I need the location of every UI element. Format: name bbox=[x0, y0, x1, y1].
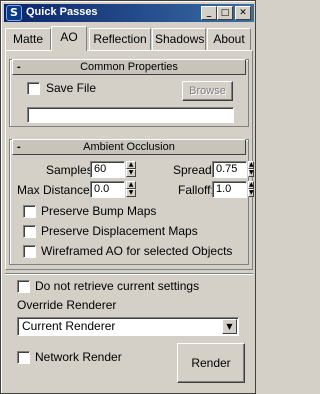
tab-ao[interactable]: AO bbox=[51, 26, 87, 51]
save-file-label: Save File bbox=[46, 81, 97, 95]
falloff-label: Falloff: bbox=[178, 183, 214, 197]
wireframed-ao-label: Wireframed AO for selected Objects bbox=[41, 244, 233, 258]
samples-spinner[interactable]: ▲ ▼ bbox=[126, 161, 136, 178]
tab-shadows[interactable]: Shadows bbox=[152, 28, 206, 50]
renderer-select-value: Current Renderer bbox=[22, 319, 116, 333]
ambient-occlusion-header[interactable]: - Ambient Occlusion bbox=[12, 139, 246, 155]
override-renderer-label: Override Renderer bbox=[17, 298, 117, 312]
collapse-toggle[interactable]: - bbox=[17, 60, 21, 74]
spread-spinner[interactable]: ▲ ▼ bbox=[248, 161, 254, 178]
file-path-field[interactable] bbox=[27, 107, 234, 123]
browse-button[interactable]: Browse bbox=[182, 81, 233, 101]
falloff-spinner[interactable]: ▲ ▼ bbox=[248, 181, 254, 198]
chevron-down-icon[interactable]: ▼ bbox=[222, 319, 237, 334]
app-icon: S bbox=[6, 5, 22, 21]
preserve-bump-maps-checkbox[interactable] bbox=[23, 205, 36, 218]
collapse-toggle[interactable]: - bbox=[17, 140, 21, 154]
close-button[interactable]: ✕ bbox=[235, 6, 251, 20]
render-button[interactable]: Render bbox=[177, 343, 245, 383]
divider bbox=[5, 273, 253, 275]
spinner-up-icon[interactable]: ▲ bbox=[126, 181, 136, 189]
max-distance-input[interactable]: 0.0 bbox=[90, 181, 125, 198]
spinner-up-icon[interactable]: ▲ bbox=[248, 181, 254, 189]
network-render-checkbox[interactable] bbox=[17, 351, 30, 364]
minimize-button[interactable]: _ bbox=[201, 6, 217, 20]
ambient-occlusion-title: Ambient Occlusion bbox=[83, 141, 175, 153]
max-distance-spinner[interactable]: ▲ ▼ bbox=[126, 181, 136, 198]
max-distance-label: Max Distance: bbox=[17, 183, 94, 197]
spinner-down-icon[interactable]: ▼ bbox=[248, 189, 254, 197]
samples-input[interactable]: 60 bbox=[90, 161, 125, 178]
common-properties-header[interactable]: - Common Properties bbox=[12, 59, 246, 75]
spinner-down-icon[interactable]: ▼ bbox=[126, 189, 136, 197]
spinner-down-icon[interactable]: ▼ bbox=[126, 169, 136, 177]
common-properties-title: Common Properties bbox=[80, 61, 178, 73]
quick-passes-window: S Quick Passes _ □ ✕ Matte AO Reflection… bbox=[0, 0, 256, 394]
samples-label: Samples bbox=[46, 163, 93, 177]
tab-matte[interactable]: Matte bbox=[5, 28, 51, 50]
network-render-label: Network Render bbox=[35, 350, 122, 364]
wireframed-ao-checkbox[interactable] bbox=[23, 245, 36, 258]
tab-reflection[interactable]: Reflection bbox=[89, 28, 151, 50]
spinner-down-icon[interactable]: ▼ bbox=[248, 169, 254, 177]
spinner-up-icon[interactable]: ▲ bbox=[248, 161, 254, 169]
preserve-bump-maps-label: Preserve Bump Maps bbox=[41, 204, 157, 218]
spinner-up-icon[interactable]: ▲ bbox=[126, 161, 136, 169]
falloff-input[interactable]: 1.0 bbox=[212, 181, 247, 198]
spread-label: Spread: bbox=[173, 163, 216, 177]
title-bar[interactable]: S Quick Passes _ □ ✕ bbox=[4, 4, 254, 22]
spread-input[interactable]: 0.75 bbox=[212, 161, 247, 178]
do-not-retrieve-checkbox[interactable] bbox=[17, 280, 30, 293]
window-title: Quick Passes bbox=[26, 6, 98, 18]
tab-about[interactable]: About bbox=[207, 28, 251, 50]
save-file-checkbox[interactable] bbox=[27, 82, 40, 95]
maximize-button[interactable]: □ bbox=[217, 6, 233, 20]
preserve-displacement-maps-label: Preserve Displacement Maps bbox=[41, 224, 198, 238]
preserve-displacement-maps-checkbox[interactable] bbox=[23, 225, 36, 238]
do-not-retrieve-label: Do not retrieve current settings bbox=[35, 279, 200, 293]
renderer-select[interactable]: Current Renderer ▼ bbox=[17, 317, 239, 336]
